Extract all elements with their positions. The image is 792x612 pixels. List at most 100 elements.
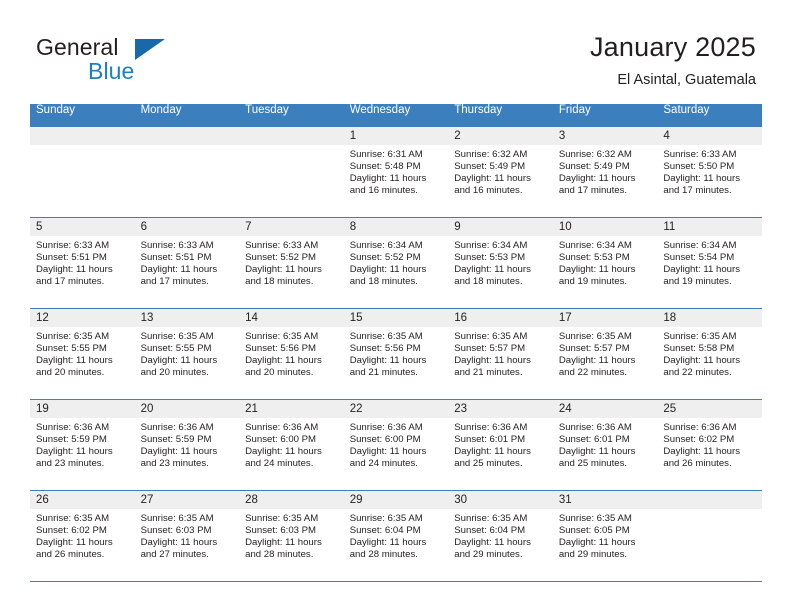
- calendar-week-row: 12 Sunrise: 6:35 AM Sunset: 5:55 PM Dayligh…: [30, 307, 762, 399]
- calendar-day-cell[interactable]: 10 Sunrise: 6:34 AM Sunset: 5:53 PM Dayligh…: [552, 216, 658, 308]
- day-cell-14: 14 Sunrise: 6:35 AM Sunset: 5:56 PM Dayligh…: [239, 308, 344, 398]
- calendar-day-cell[interactable]: 18 Sunrise: 6:35 AM Sunset: 5:58 PM Dayligh…: [657, 307, 762, 399]
- day-cell-27: 27 Sunrise: 6:35 AM Sunset: 6:03 PM Dayligh…: [134, 490, 240, 580]
- day-cell-details: Sunrise: 6:33 AM Sunset: 5:52 PM Daylight:…: [239, 236, 344, 288]
- day-detail-line: Sunset: 6:02 PM: [663, 433, 735, 445]
- calendar-day-cell[interactable]: 8 Sunrise: 6:34 AM Sunset: 5:52 PM Daylight…: [343, 216, 449, 308]
- calendar-day-cell[interactable]: 24 Sunrise: 6:36 AM Sunset: 6:01 PM Dayligh…: [552, 398, 658, 490]
- calendar-week-row: 19 Sunrise: 6:36 AM Sunset: 5:59 PM Dayligh…: [30, 398, 762, 490]
- day-detail-line: Sunrise: 6:35 AM: [245, 512, 319, 524]
- day-number: 20: [134, 399, 240, 418]
- calendar-day-cell[interactable]: 4 Sunrise: 6:33 AM Sunset: 5:50 PM Daylight…: [657, 125, 762, 217]
- day-cell-12: 12 Sunrise: 6:35 AM Sunset: 5:55 PM Dayligh…: [30, 308, 135, 398]
- day-number: 26: [30, 490, 135, 509]
- day-number: 1: [343, 126, 449, 145]
- calendar-page: General Blue January 2025 El Asintal, Gu…: [0, 0, 792, 612]
- day-detail-line: Sunrise: 6:35 AM: [140, 512, 214, 524]
- day-detail-line: Sunrise: 6:35 AM: [349, 512, 423, 524]
- calendar-day-cell[interactable]: 20 Sunrise: 6:36 AM Sunset: 5:59 PM Dayligh…: [134, 398, 240, 490]
- day-detail-line: Daylight: 11 hours: [663, 172, 740, 184]
- day-detail-line: and 28 minutes.: [245, 548, 314, 560]
- day-cell-empty: [239, 126, 344, 216]
- calendar-day-cell[interactable]: 6 Sunrise: 6:33 AM Sunset: 5:51 PM Daylight…: [134, 216, 240, 308]
- day-detail-line: Sunset: 6:01 PM: [454, 433, 526, 445]
- day-cell-10: 10 Sunrise: 6:34 AM Sunset: 5:53 PM Dayligh…: [552, 217, 658, 307]
- day-number: 27: [134, 490, 240, 509]
- day-detail-line: Sunrise: 6:32 AM: [454, 148, 528, 160]
- day-detail-line: Sunrise: 6:36 AM: [558, 421, 632, 433]
- day-number: 30: [448, 490, 553, 509]
- calendar-day-cell[interactable]: 16 Sunrise: 6:35 AM Sunset: 5:57 PM Dayligh…: [448, 307, 553, 399]
- calendar-day-cell[interactable]: [30, 125, 135, 217]
- day-detail-line: Sunrise: 6:34 AM: [663, 239, 737, 251]
- calendar-day-cell[interactable]: 2 Sunrise: 6:32 AM Sunset: 5:49 PM Daylight…: [448, 125, 553, 217]
- calendar-day-cell[interactable]: 5 Sunrise: 6:33 AM Sunset: 5:51 PM Daylight…: [30, 216, 135, 308]
- page-header: General Blue January 2025 El Asintal, Gu…: [0, 0, 792, 100]
- day-cell-25: 25 Sunrise: 6:36 AM Sunset: 6:02 PM Dayligh…: [657, 399, 762, 489]
- calendar-day-cell[interactable]: 27 Sunrise: 6:35 AM Sunset: 6:03 PM Dayligh…: [134, 489, 240, 582]
- day-detail-line: Daylight: 11 hours: [454, 445, 531, 457]
- day-detail-line: and 20 minutes.: [36, 366, 105, 378]
- calendar-day-cell[interactable]: 7 Sunrise: 6:33 AM Sunset: 5:52 PM Daylight…: [239, 216, 344, 308]
- calendar-day-cell[interactable]: 28 Sunrise: 6:35 AM Sunset: 6:03 PM Dayligh…: [239, 489, 344, 582]
- day-number: 9: [448, 217, 553, 236]
- calendar-week-row: 26 Sunrise: 6:35 AM Sunset: 6:02 PM Dayligh…: [30, 489, 762, 582]
- day-detail-line: Sunset: 5:48 PM: [349, 160, 421, 172]
- page-title: January 2025: [589, 32, 756, 62]
- day-detail-line: Daylight: 11 hours: [245, 263, 322, 275]
- calendar-day-cell[interactable]: [134, 125, 240, 217]
- day-cell-details: Sunrise: 6:35 AM Sunset: 5:55 PM Daylight:…: [135, 327, 240, 379]
- calendar-day-cell[interactable]: [239, 125, 344, 217]
- day-number: 21: [239, 399, 344, 418]
- day-cell-details: Sunrise: 6:35 AM Sunset: 6:04 PM Daylight:…: [344, 509, 449, 561]
- calendar-day-cell[interactable]: 11 Sunrise: 6:34 AM Sunset: 5:54 PM Dayligh…: [657, 216, 762, 308]
- calendar-day-cell[interactable]: 19 Sunrise: 6:36 AM Sunset: 5:59 PM Dayligh…: [30, 398, 135, 490]
- day-detail-line: Sunset: 5:49 PM: [558, 160, 630, 172]
- day-detail-line: Sunset: 6:05 PM: [558, 524, 630, 536]
- calendar-day-cell[interactable]: 13 Sunrise: 6:35 AM Sunset: 5:55 PM Dayligh…: [134, 307, 240, 399]
- day-cell-1: 1 Sunrise: 6:31 AM Sunset: 5:48 PM Daylight…: [343, 126, 449, 216]
- calendar-day-cell[interactable]: 1 Sunrise: 6:31 AM Sunset: 5:48 PM Daylight…: [343, 125, 449, 217]
- day-detail-line: and 24 minutes.: [245, 457, 314, 469]
- calendar-day-cell[interactable]: 3 Sunrise: 6:32 AM Sunset: 5:49 PM Daylight…: [552, 125, 658, 217]
- day-cell-3: 3 Sunrise: 6:32 AM Sunset: 5:49 PM Daylight…: [552, 126, 658, 216]
- day-detail-line: Sunrise: 6:34 AM: [454, 239, 528, 251]
- day-detail-line: Sunrise: 6:34 AM: [558, 239, 632, 251]
- day-detail-line: Sunrise: 6:35 AM: [558, 330, 632, 342]
- day-detail-line: and 21 minutes.: [454, 366, 523, 378]
- calendar-day-cell[interactable]: 29 Sunrise: 6:35 AM Sunset: 6:04 PM Dayligh…: [343, 489, 449, 582]
- day-detail-line: Daylight: 11 hours: [558, 445, 636, 457]
- brand-logo[interactable]: General Blue: [36, 36, 266, 92]
- calendar-day-cell[interactable]: 23 Sunrise: 6:36 AM Sunset: 6:01 PM Dayligh…: [448, 398, 553, 490]
- day-cell-details: Sunrise: 6:36 AM Sunset: 6:00 PM Daylight:…: [344, 418, 449, 470]
- calendar-day-cell[interactable]: 12 Sunrise: 6:35 AM Sunset: 5:55 PM Dayligh…: [30, 307, 135, 399]
- day-detail-line: Sunrise: 6:36 AM: [245, 421, 319, 433]
- day-cell-details: Sunrise: 6:35 AM Sunset: 6:05 PM Daylight:…: [553, 509, 658, 561]
- calendar-day-cell[interactable]: 26 Sunrise: 6:35 AM Sunset: 6:02 PM Dayligh…: [30, 489, 135, 582]
- calendar-day-cell[interactable]: 17 Sunrise: 6:35 AM Sunset: 5:57 PM Dayligh…: [552, 307, 658, 399]
- day-detail-line: Sunrise: 6:33 AM: [140, 239, 214, 251]
- day-number: 18: [657, 308, 762, 327]
- dow-header-friday: Friday: [552, 104, 658, 126]
- day-detail-line: Daylight: 11 hours: [349, 354, 427, 366]
- day-detail-line: Sunrise: 6:33 AM: [663, 148, 737, 160]
- calendar-day-cell[interactable]: 14 Sunrise: 6:35 AM Sunset: 5:56 PM Dayligh…: [239, 307, 344, 399]
- calendar-week-row: 5 Sunrise: 6:33 AM Sunset: 5:51 PM Daylight…: [30, 216, 762, 308]
- calendar-day-cell[interactable]: 25 Sunrise: 6:36 AM Sunset: 6:02 PM Dayligh…: [657, 398, 762, 490]
- day-detail-line: Sunset: 6:01 PM: [558, 433, 630, 445]
- calendar-day-cell[interactable]: 30 Sunrise: 6:35 AM Sunset: 6:04 PM Dayligh…: [448, 489, 553, 582]
- calendar-day-cell[interactable]: 22 Sunrise: 6:36 AM Sunset: 6:00 PM Dayligh…: [343, 398, 449, 490]
- day-number: 31: [552, 490, 658, 509]
- day-number: [239, 126, 344, 145]
- calendar-day-cell[interactable]: [657, 489, 762, 582]
- calendar-day-cell[interactable]: 31 Sunrise: 6:35 AM Sunset: 6:05 PM Dayligh…: [552, 489, 658, 582]
- calendar-day-cell[interactable]: 9 Sunrise: 6:34 AM Sunset: 5:53 PM Daylight…: [448, 216, 553, 308]
- day-detail-line: Sunset: 5:52 PM: [245, 251, 317, 263]
- day-cell-26: 26 Sunrise: 6:35 AM Sunset: 6:02 PM Dayligh…: [30, 490, 135, 580]
- day-detail-line: Daylight: 11 hours: [454, 172, 531, 184]
- day-detail-line: Daylight: 11 hours: [36, 445, 113, 457]
- day-cell-details: Sunrise: 6:33 AM Sunset: 5:51 PM Daylight:…: [135, 236, 240, 288]
- day-detail-line: Daylight: 11 hours: [454, 354, 531, 366]
- calendar-day-cell[interactable]: 21 Sunrise: 6:36 AM Sunset: 6:00 PM Dayligh…: [239, 398, 344, 490]
- calendar-day-cell[interactable]: 15 Sunrise: 6:35 AM Sunset: 5:56 PM Dayligh…: [343, 307, 449, 399]
